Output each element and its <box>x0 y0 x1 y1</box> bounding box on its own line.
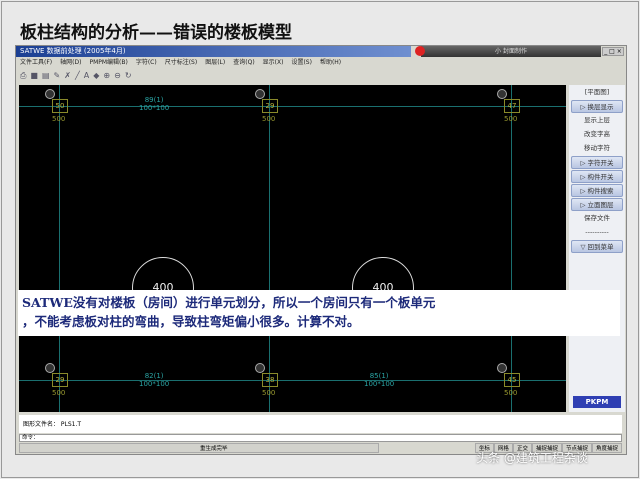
pkpm-logo: PKPM <box>573 396 621 408</box>
menu-item[interactable]: 文件工具(F) <box>20 58 52 68</box>
explanation-text: SATWE没有对楼板（房间）进行单元划分，所以一个房间只有一个板单元 ，不能考虑… <box>18 290 620 336</box>
menu-item[interactable]: 查询(Q) <box>233 58 254 68</box>
panel-item[interactable]: ---------- <box>571 226 623 239</box>
print-icon[interactable]: ⎙ <box>20 70 26 82</box>
command-output: 图形文件名： PLS1.T <box>19 415 622 433</box>
menu-item[interactable]: 设置(S) <box>291 58 312 68</box>
beam-label: 82(1) 100*100 <box>139 372 170 388</box>
status-toggle[interactable]: 角度捕捉 <box>591 443 622 453</box>
satwe-window: SATWE 数据前处理 (2005年4月) 小 封面制作 _ □ × 文件工具(… <box>15 45 627 455</box>
panel-item[interactable]: 改变字高 <box>571 128 623 141</box>
grid-line <box>269 85 270 412</box>
window-controls[interactable]: _ □ × <box>602 47 624 56</box>
node-marker <box>497 363 507 373</box>
column-size: 500 <box>504 389 518 397</box>
save-icon[interactable]: ■ <box>30 70 38 82</box>
panel-item[interactable]: ▷ 字符开关 <box>571 156 623 169</box>
node-marker <box>497 89 507 99</box>
node-marker <box>45 89 55 99</box>
explanation-line: SATWE没有对楼板（房间）进行单元划分，所以一个房间只有一个板单元 <box>22 295 436 310</box>
panel-item[interactable]: ▷ 立面图层 <box>571 198 623 211</box>
menu-item[interactable]: 显示(X) <box>263 58 284 68</box>
menu-item[interactable]: PMPM编辑(B) <box>89 58 127 68</box>
grid-line <box>59 85 60 412</box>
column[interactable]: 45 <box>504 373 520 387</box>
fill-icon[interactable]: ◆ <box>93 70 99 82</box>
panel-item[interactable]: ▷ 构件搜索 <box>571 184 623 197</box>
panel-item[interactable]: ▷ 构件开关 <box>571 170 623 183</box>
column[interactable]: 29 <box>52 373 68 387</box>
panel-item[interactable]: 显示上层 <box>571 114 623 127</box>
menu-item[interactable]: 字符(C) <box>136 58 157 68</box>
beam-label: 89(1) 100*100 <box>139 96 170 112</box>
zoom-in-icon[interactable]: ⊕ <box>103 70 110 82</box>
column-size: 500 <box>52 389 66 397</box>
node-marker <box>255 89 265 99</box>
right-menu-panel: [平面图] ▷ 换层显示 显示上层 改变字高 移动字符 ▷ 字符开关 ▷ 构件开关 ▷ 构件搜… <box>569 85 625 412</box>
watermark: 头条 @建筑工程杂谈 <box>476 451 588 465</box>
column[interactable]: 38 <box>262 373 278 387</box>
grid-line <box>511 85 512 412</box>
column-size: 500 <box>262 115 276 123</box>
command-input[interactable]: 命令： <box>19 434 622 442</box>
column-size: 500 <box>52 115 66 123</box>
drawing-canvas[interactable]: 50 500 29 500 47 500 29 500 38 500 45 50… <box>19 85 566 412</box>
column-size: 500 <box>262 389 276 397</box>
status-message: 重生成完毕 <box>19 443 379 453</box>
node-marker <box>45 363 55 373</box>
menu-item[interactable]: 图层(L) <box>205 58 225 68</box>
menu-bar: 文件工具(F) 轴网(D) PMPM编辑(B) 字符(C) 尺寸标注(S) 图层(L) 查询… <box>20 58 341 68</box>
pen-icon[interactable]: ✎ <box>54 70 61 82</box>
line-icon[interactable]: ╱ <box>75 70 80 82</box>
grid-line <box>19 380 566 381</box>
column-size: 500 <box>504 115 518 123</box>
slide-title: 板柱结构的分析——错误的楼板模型 <box>20 23 292 43</box>
menu-item[interactable]: 尺寸标注(S) <box>165 58 198 68</box>
menu-item[interactable]: 轴网(D) <box>60 58 81 68</box>
node-marker <box>255 363 265 373</box>
beam-label: 85(1) 100*100 <box>364 372 395 388</box>
panel-item[interactable]: 保存文件 <box>571 212 623 225</box>
panel-item[interactable]: [平面图] <box>571 86 623 99</box>
zoom-out-icon[interactable]: ⊖ <box>114 70 121 82</box>
panel-item[interactable]: 移动字符 <box>571 142 623 155</box>
refresh-icon[interactable]: ↻ <box>125 70 132 82</box>
notification-badge-icon <box>415 46 425 56</box>
grid-line <box>19 106 566 107</box>
menu-item[interactable]: 帮助(H) <box>320 58 341 68</box>
draw-icon[interactable]: ✗ <box>64 70 71 82</box>
open-icon[interactable]: ▤ <box>42 70 50 82</box>
explanation-line: ，不能考虑板对柱的弯曲，导致柱弯矩偏小很多。计算不对。 <box>22 314 360 329</box>
toolbar: ⎙ ■ ▤ ✎ ✗ ╱ A ◆ ⊕ ⊖ ↻ <box>20 70 132 82</box>
notification-bar[interactable]: 小 封面制作 <box>415 46 601 57</box>
column[interactable]: 47 <box>504 99 520 113</box>
column[interactable]: 29 <box>262 99 278 113</box>
window-title: SATWE 数据前处理 (2005年4月) <box>16 46 411 57</box>
panel-item[interactable]: ▷ 换层显示 <box>571 100 623 113</box>
panel-item[interactable]: ▽ 回到菜单 <box>571 240 623 253</box>
column[interactable]: 50 <box>52 99 68 113</box>
text-icon[interactable]: A <box>84 70 89 82</box>
